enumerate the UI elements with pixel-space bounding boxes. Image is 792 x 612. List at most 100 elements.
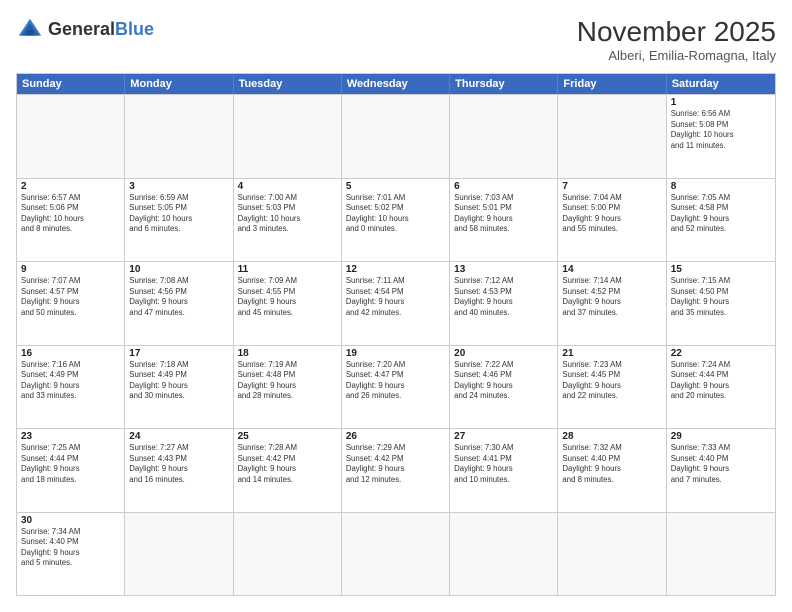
day-number: 22 (671, 348, 771, 359)
day-number: 15 (671, 264, 771, 275)
day-info: Sunrise: 7:15 AM Sunset: 4:50 PM Dayligh… (671, 276, 771, 318)
day-number: 18 (238, 348, 337, 359)
day-info: Sunrise: 6:59 AM Sunset: 5:05 PM Dayligh… (129, 193, 228, 235)
day-info: Sunrise: 7:01 AM Sunset: 5:02 PM Dayligh… (346, 193, 445, 235)
day-number: 3 (129, 181, 228, 192)
day-info: Sunrise: 7:25 AM Sunset: 4:44 PM Dayligh… (21, 443, 120, 485)
day-cell: 11Sunrise: 7:09 AM Sunset: 4:55 PM Dayli… (234, 262, 342, 345)
day-cell: 1Sunrise: 6:56 AM Sunset: 5:08 PM Daylig… (667, 95, 775, 178)
day-number: 23 (21, 431, 120, 442)
week-row-3: 9Sunrise: 7:07 AM Sunset: 4:57 PM Daylig… (17, 261, 775, 345)
day-cell: 25Sunrise: 7:28 AM Sunset: 4:42 PM Dayli… (234, 429, 342, 512)
day-header-wednesday: Wednesday (342, 74, 450, 94)
day-cell: 7Sunrise: 7:04 AM Sunset: 5:00 PM Daylig… (558, 179, 666, 262)
day-cell: 29Sunrise: 7:33 AM Sunset: 4:40 PM Dayli… (667, 429, 775, 512)
day-number: 11 (238, 264, 337, 275)
day-number: 17 (129, 348, 228, 359)
day-cell: 8Sunrise: 7:05 AM Sunset: 4:58 PM Daylig… (667, 179, 775, 262)
day-number: 16 (21, 348, 120, 359)
day-cell: 24Sunrise: 7:27 AM Sunset: 4:43 PM Dayli… (125, 429, 233, 512)
day-header-sunday: Sunday (17, 74, 125, 94)
day-cell (234, 513, 342, 596)
day-info: Sunrise: 7:05 AM Sunset: 4:58 PM Dayligh… (671, 193, 771, 235)
day-cell: 12Sunrise: 7:11 AM Sunset: 4:54 PM Dayli… (342, 262, 450, 345)
day-number: 20 (454, 348, 553, 359)
day-number: 1 (671, 97, 771, 108)
day-info: Sunrise: 6:57 AM Sunset: 5:06 PM Dayligh… (21, 193, 120, 235)
day-cell (342, 513, 450, 596)
day-number: 5 (346, 181, 445, 192)
day-cell: 28Sunrise: 7:32 AM Sunset: 4:40 PM Dayli… (558, 429, 666, 512)
day-info: Sunrise: 7:23 AM Sunset: 4:45 PM Dayligh… (562, 360, 661, 402)
day-cell: 6Sunrise: 7:03 AM Sunset: 5:01 PM Daylig… (450, 179, 558, 262)
day-number: 9 (21, 264, 120, 275)
day-cell: 15Sunrise: 7:15 AM Sunset: 4:50 PM Dayli… (667, 262, 775, 345)
day-number: 26 (346, 431, 445, 442)
day-cell: 21Sunrise: 7:23 AM Sunset: 4:45 PM Dayli… (558, 346, 666, 429)
day-number: 24 (129, 431, 228, 442)
week-row-4: 16Sunrise: 7:16 AM Sunset: 4:49 PM Dayli… (17, 345, 775, 429)
day-headers: SundayMondayTuesdayWednesdayThursdayFrid… (17, 74, 775, 94)
day-cell: 18Sunrise: 7:19 AM Sunset: 4:48 PM Dayli… (234, 346, 342, 429)
day-header-saturday: Saturday (667, 74, 775, 94)
day-cell: 30Sunrise: 7:34 AM Sunset: 4:40 PM Dayli… (17, 513, 125, 596)
day-cell: 16Sunrise: 7:16 AM Sunset: 4:49 PM Dayli… (17, 346, 125, 429)
day-number: 2 (21, 181, 120, 192)
day-number: 6 (454, 181, 553, 192)
page: GeneralBlue November 2025 Alberi, Emilia… (0, 0, 792, 612)
day-number: 30 (21, 515, 120, 526)
day-cell: 23Sunrise: 7:25 AM Sunset: 4:44 PM Dayli… (17, 429, 125, 512)
month-title: November 2025 (577, 16, 776, 48)
day-info: Sunrise: 7:27 AM Sunset: 4:43 PM Dayligh… (129, 443, 228, 485)
day-cell (558, 513, 666, 596)
day-info: Sunrise: 7:11 AM Sunset: 4:54 PM Dayligh… (346, 276, 445, 318)
week-row-1: 1Sunrise: 6:56 AM Sunset: 5:08 PM Daylig… (17, 94, 775, 178)
day-number: 25 (238, 431, 337, 442)
day-info: Sunrise: 7:34 AM Sunset: 4:40 PM Dayligh… (21, 527, 120, 569)
logo-text: GeneralBlue (48, 20, 154, 40)
day-info: Sunrise: 7:19 AM Sunset: 4:48 PM Dayligh… (238, 360, 337, 402)
header: GeneralBlue November 2025 Alberi, Emilia… (16, 16, 776, 63)
day-cell: 27Sunrise: 7:30 AM Sunset: 4:41 PM Dayli… (450, 429, 558, 512)
logo-general: General (48, 19, 115, 39)
logo: GeneralBlue (16, 16, 154, 44)
day-cell: 3Sunrise: 6:59 AM Sunset: 5:05 PM Daylig… (125, 179, 233, 262)
day-number: 4 (238, 181, 337, 192)
day-number: 7 (562, 181, 661, 192)
day-number: 14 (562, 264, 661, 275)
day-cell: 22Sunrise: 7:24 AM Sunset: 4:44 PM Dayli… (667, 346, 775, 429)
day-info: Sunrise: 7:09 AM Sunset: 4:55 PM Dayligh… (238, 276, 337, 318)
day-info: Sunrise: 7:24 AM Sunset: 4:44 PM Dayligh… (671, 360, 771, 402)
day-cell: 14Sunrise: 7:14 AM Sunset: 4:52 PM Dayli… (558, 262, 666, 345)
day-info: Sunrise: 7:18 AM Sunset: 4:49 PM Dayligh… (129, 360, 228, 402)
day-info: Sunrise: 7:33 AM Sunset: 4:40 PM Dayligh… (671, 443, 771, 485)
day-header-friday: Friday (558, 74, 666, 94)
day-cell (558, 95, 666, 178)
day-number: 29 (671, 431, 771, 442)
title-block: November 2025 Alberi, Emilia-Romagna, It… (577, 16, 776, 63)
day-number: 19 (346, 348, 445, 359)
day-cell (125, 513, 233, 596)
day-cell (17, 95, 125, 178)
day-cell: 4Sunrise: 7:00 AM Sunset: 5:03 PM Daylig… (234, 179, 342, 262)
day-info: Sunrise: 7:16 AM Sunset: 4:49 PM Dayligh… (21, 360, 120, 402)
day-cell: 17Sunrise: 7:18 AM Sunset: 4:49 PM Dayli… (125, 346, 233, 429)
day-info: Sunrise: 7:20 AM Sunset: 4:47 PM Dayligh… (346, 360, 445, 402)
day-header-monday: Monday (125, 74, 233, 94)
day-number: 13 (454, 264, 553, 275)
day-info: Sunrise: 7:29 AM Sunset: 4:42 PM Dayligh… (346, 443, 445, 485)
calendar-body: 1Sunrise: 6:56 AM Sunset: 5:08 PM Daylig… (17, 94, 775, 595)
location: Alberi, Emilia-Romagna, Italy (577, 48, 776, 63)
day-cell: 19Sunrise: 7:20 AM Sunset: 4:47 PM Dayli… (342, 346, 450, 429)
day-header-thursday: Thursday (450, 74, 558, 94)
day-info: Sunrise: 7:00 AM Sunset: 5:03 PM Dayligh… (238, 193, 337, 235)
logo-blue: Blue (115, 19, 154, 39)
day-info: Sunrise: 7:14 AM Sunset: 4:52 PM Dayligh… (562, 276, 661, 318)
day-info: Sunrise: 7:08 AM Sunset: 4:56 PM Dayligh… (129, 276, 228, 318)
day-cell (667, 513, 775, 596)
day-cell (450, 95, 558, 178)
day-cell: 2Sunrise: 6:57 AM Sunset: 5:06 PM Daylig… (17, 179, 125, 262)
day-info: Sunrise: 7:22 AM Sunset: 4:46 PM Dayligh… (454, 360, 553, 402)
week-row-2: 2Sunrise: 6:57 AM Sunset: 5:06 PM Daylig… (17, 178, 775, 262)
day-info: Sunrise: 6:56 AM Sunset: 5:08 PM Dayligh… (671, 109, 771, 151)
